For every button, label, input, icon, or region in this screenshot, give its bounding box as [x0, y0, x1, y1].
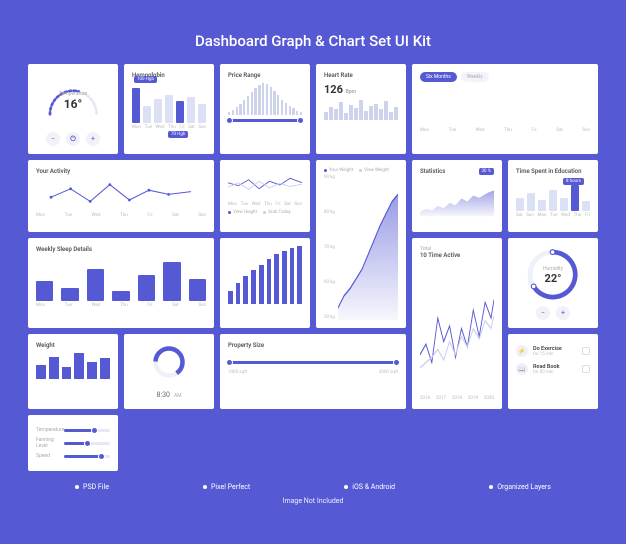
- hemoglobin-card: Hemoglobin 100 Hgb 70 Hgb MonTueWedThuFr…: [124, 64, 214, 154]
- power-button[interactable]: ⏻: [66, 132, 80, 146]
- checkbox[interactable]: [582, 365, 590, 373]
- plus-button[interactable]: +: [556, 306, 570, 320]
- minus-button[interactable]: −: [536, 306, 550, 320]
- page-title: Dashboard Graph & Chart Set UI Kit: [28, 32, 598, 50]
- card-title: Time Spent in Education: [516, 168, 590, 175]
- task-sub: for 15 min: [533, 352, 577, 357]
- donut-unit: AM: [174, 393, 182, 399]
- sliders-card: Temperature Fanning Level Speed: [28, 415, 118, 471]
- time-spent-card: Time Spent in Education 8 hours SatSunMo…: [508, 160, 598, 232]
- slider-label: Fanning Level: [36, 437, 60, 449]
- donut-chart: [132, 342, 206, 382]
- weight-area-card: Your Weight View Weight 90 kg80 kg70 kg6…: [316, 160, 406, 328]
- legend-item: Grab Today: [268, 210, 291, 215]
- card-title: Property Size: [228, 342, 398, 349]
- footer-note: Image Not Included: [28, 497, 598, 505]
- x-axis: MonTueWedThuFriSatSun: [420, 128, 590, 133]
- feature-item: PSD File: [75, 483, 109, 491]
- histogram: [228, 83, 302, 115]
- feature-item: Organized Layers: [489, 483, 551, 491]
- exercise-icon: ⚡: [516, 345, 528, 357]
- period-tabs-card: Six Months Weekly MonTueWedThuFriSatSun: [412, 64, 598, 154]
- slider-fanning[interactable]: Fanning Level: [36, 437, 110, 449]
- weight-small-card: Weight: [28, 334, 118, 409]
- callout: 100 Hgb: [134, 76, 157, 83]
- callout: 30 %: [479, 168, 494, 175]
- temperature-gauge-card: Temperature 16° − ⏻ +: [28, 64, 118, 154]
- slider-temperature[interactable]: Temperature: [36, 427, 110, 433]
- gauge-chart: Temperature 16°: [36, 72, 110, 130]
- card-title: Price Range: [228, 72, 302, 79]
- feature-list: PSD File Pixel Perfect iOS & Android Org…: [28, 483, 598, 491]
- legend-item: View Height: [233, 210, 257, 215]
- x-axis: MonTueWedThuFriSatSun: [36, 213, 206, 218]
- callout: 8 hours: [563, 178, 584, 185]
- humidity-dial-card: Humidity 22° − +: [508, 238, 598, 328]
- list-item[interactable]: ⚡ Do Exercisefor 15 min: [516, 342, 590, 360]
- range-slider[interactable]: [228, 119, 302, 122]
- dial-value: 22°: [543, 272, 563, 285]
- area-chart: [420, 179, 494, 224]
- task-sub: for 20 min: [533, 370, 577, 375]
- donut-card: 8:30 AM: [124, 334, 214, 409]
- checkbox[interactable]: [582, 347, 590, 355]
- slider-labels: 1000 sqft 3000 sqft: [228, 370, 398, 375]
- tab-weekly[interactable]: Weekly: [461, 72, 489, 82]
- heart-rate-value: 126 Bpm: [324, 83, 398, 96]
- slider-label: Speed: [36, 453, 60, 459]
- bar-chart: [36, 353, 110, 379]
- card-title: 10 Time Active: [420, 252, 494, 259]
- time-active-card: Total 10 Time Active 2016201720182019202…: [412, 238, 502, 409]
- card-title: Weekly Sleep Details: [36, 246, 206, 253]
- book-icon: 📖: [516, 363, 528, 375]
- donut-value: 8:30: [156, 391, 170, 399]
- area-chart: [338, 175, 398, 320]
- x-axis: MonTueWedThuFriSatSun: [36, 303, 206, 308]
- card-title: Your Activity: [36, 168, 206, 175]
- range-slider[interactable]: [228, 361, 398, 364]
- property-size-card: Property Size 1000 sqft 3000 sqft: [220, 334, 406, 409]
- comparison-spark-card: MonTueWedThuFriSatSun View Height Grab T…: [220, 160, 310, 232]
- x-axis: 20162017201820192020: [420, 396, 494, 401]
- list-item[interactable]: 📖 Read Bookfor 20 min: [516, 360, 590, 378]
- tab-six-months[interactable]: Six Months: [420, 72, 457, 82]
- feature-item: iOS & Android: [344, 483, 395, 491]
- tasks-card: ⚡ Do Exercisefor 15 min 📖 Read Bookfor 2…: [508, 334, 598, 409]
- vertical-bars-card: [220, 238, 310, 328]
- card-title: Weight: [36, 342, 110, 349]
- minus-button[interactable]: −: [46, 132, 60, 146]
- bar-chart: [36, 257, 206, 301]
- feature-item: Pixel Perfect: [203, 483, 250, 491]
- x-axis: MonTueWedThuFriSatSun: [228, 202, 302, 207]
- x-axis: SatSunMonTueWedThuFri: [516, 213, 590, 218]
- activity-card: Your Activity MonTueWedThuFriSatSun: [28, 160, 214, 232]
- pulse-bars: [324, 100, 398, 120]
- x-axis: MonTueWedThuFriSatSun: [132, 125, 206, 130]
- slider-label: Temperature: [36, 427, 60, 433]
- legend-item: View Weight: [364, 168, 389, 173]
- multi-line-chart: [420, 263, 494, 394]
- gauge-value: 16°: [59, 97, 87, 111]
- plus-button[interactable]: +: [86, 132, 100, 146]
- statistics-card: Statistics 30 %: [412, 160, 502, 232]
- dashboard-grid: Temperature 16° − ⏻ + Hemoglobin 100 Hgb…: [28, 64, 598, 471]
- grouped-bars: [420, 86, 590, 126]
- legend-item: Your Weight: [329, 168, 353, 173]
- slider-speed[interactable]: Speed: [36, 453, 110, 459]
- heart-rate-card: Heart Rate 126 Bpm: [316, 64, 406, 154]
- callout: 70 Hgb: [168, 131, 188, 138]
- dual-spark: [228, 168, 302, 196]
- y-axis: 90 kg80 kg70 kg60 kg50 kg: [324, 175, 335, 320]
- price-range-card: Price Range: [220, 64, 310, 154]
- activity-line: [36, 179, 206, 207]
- card-title: Heart Rate: [324, 72, 398, 79]
- bar-chart: [132, 83, 206, 123]
- ascending-bars: [228, 246, 302, 304]
- dial-chart: Humidity 22°: [516, 246, 590, 304]
- sleep-card: Weekly Sleep Details MonTueWedThuFriSatS…: [28, 238, 214, 328]
